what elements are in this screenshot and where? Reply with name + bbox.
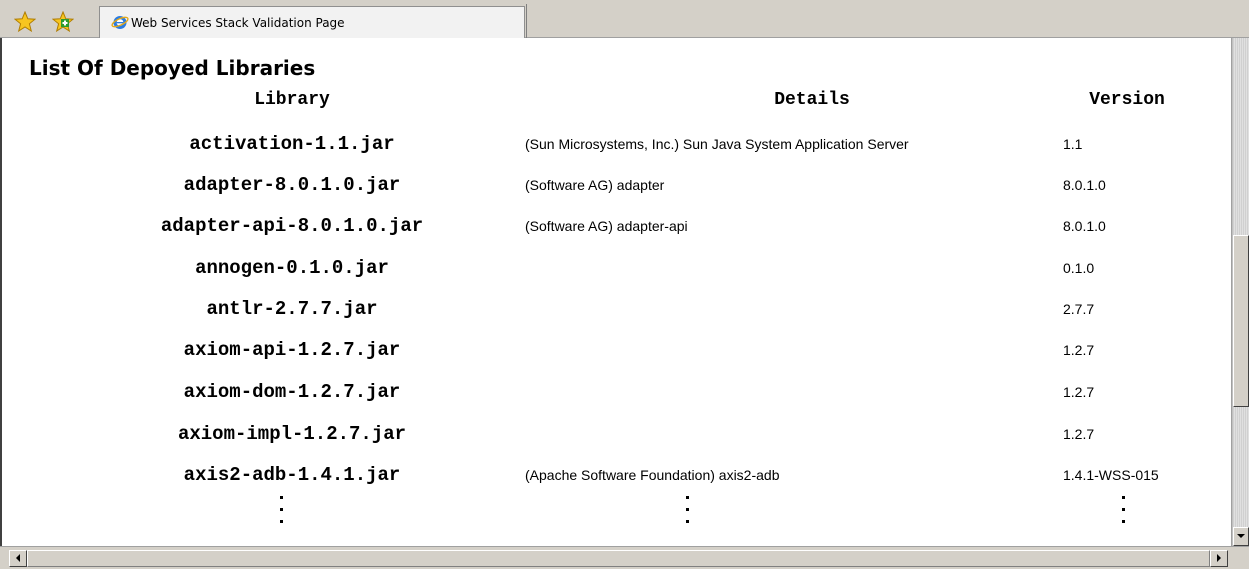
library-details: (Software AG) adapter-api [525,218,688,234]
library-version: 1.4.1-WSS-015 [1063,467,1159,483]
library-version: 2.7.7 [1063,301,1095,317]
internet-explorer-icon [111,16,129,29]
library-details: (Apache Software Foundation) axis2-adb [525,467,780,483]
column-header-version: Version [1089,90,1165,110]
libraries-table: Library Details Version activation-1.1.j… [2,38,1231,546]
library-version: 1.2.7 [1063,384,1095,400]
horizontal-scrollbar[interactable] [0,546,1249,569]
column-header-details: Details [774,90,850,110]
library-version: 1.2.7 [1063,426,1095,442]
library-version: 1.2.7 [1063,342,1095,358]
browser-tab[interactable]: Web Services Stack Validation Page [99,6,525,38]
scroll-left-button[interactable] [9,550,27,567]
continuation-ellipsis [686,496,690,526]
library-name: adapter-8.0.1.0.jar [183,174,401,196]
scroll-right-button[interactable] [1210,550,1228,567]
library-name: axiom-dom-1.2.7.jar [183,381,401,403]
tab-title: Web Services Stack Validation Page [131,16,345,30]
vertical-scrollbar-thumb[interactable] [1233,235,1249,407]
favorites-star-icon[interactable] [14,11,36,33]
vertical-scrollbar[interactable] [1232,38,1249,546]
library-details: (Software AG) adapter [525,177,665,193]
column-header-library: Library [254,90,330,110]
add-to-favorites-icon[interactable] [52,11,74,33]
continuation-ellipsis [280,496,284,526]
page-viewport: List Of Depoyed Libraries Library Detail… [0,38,1232,546]
library-name: axiom-impl-1.2.7.jar [177,423,407,445]
library-details: (Sun Microsystems, Inc.) Sun Java System… [525,136,909,152]
library-name: axis2-adb-1.4.1.jar [183,464,401,486]
library-version: 1.1 [1063,136,1083,152]
library-name: antlr-2.7.7.jar [206,298,378,320]
library-version: 0.1.0 [1063,260,1095,276]
scroll-right-arrow-icon [1217,554,1221,562]
scroll-down-arrow-icon [1237,534,1245,538]
tab-separator [526,4,527,38]
library-version: 8.0.1.0 [1063,218,1106,234]
library-name: activation-1.1.jar [189,133,395,155]
horizontal-scrollbar-thumb[interactable] [27,550,1210,567]
library-version: 8.0.1.0 [1063,177,1106,193]
library-name: axiom-api-1.2.7.jar [183,339,401,361]
continuation-ellipsis [1122,496,1126,526]
scroll-left-arrow-icon [16,554,20,562]
scrollbar-corner [1232,547,1249,569]
scroll-down-button[interactable] [1233,527,1249,546]
library-name: annogen-0.1.0.jar [195,257,389,279]
library-name: adapter-api-8.0.1.0.jar [160,215,424,237]
browser-tab-bar: Web Services Stack Validation Page [0,0,1249,38]
